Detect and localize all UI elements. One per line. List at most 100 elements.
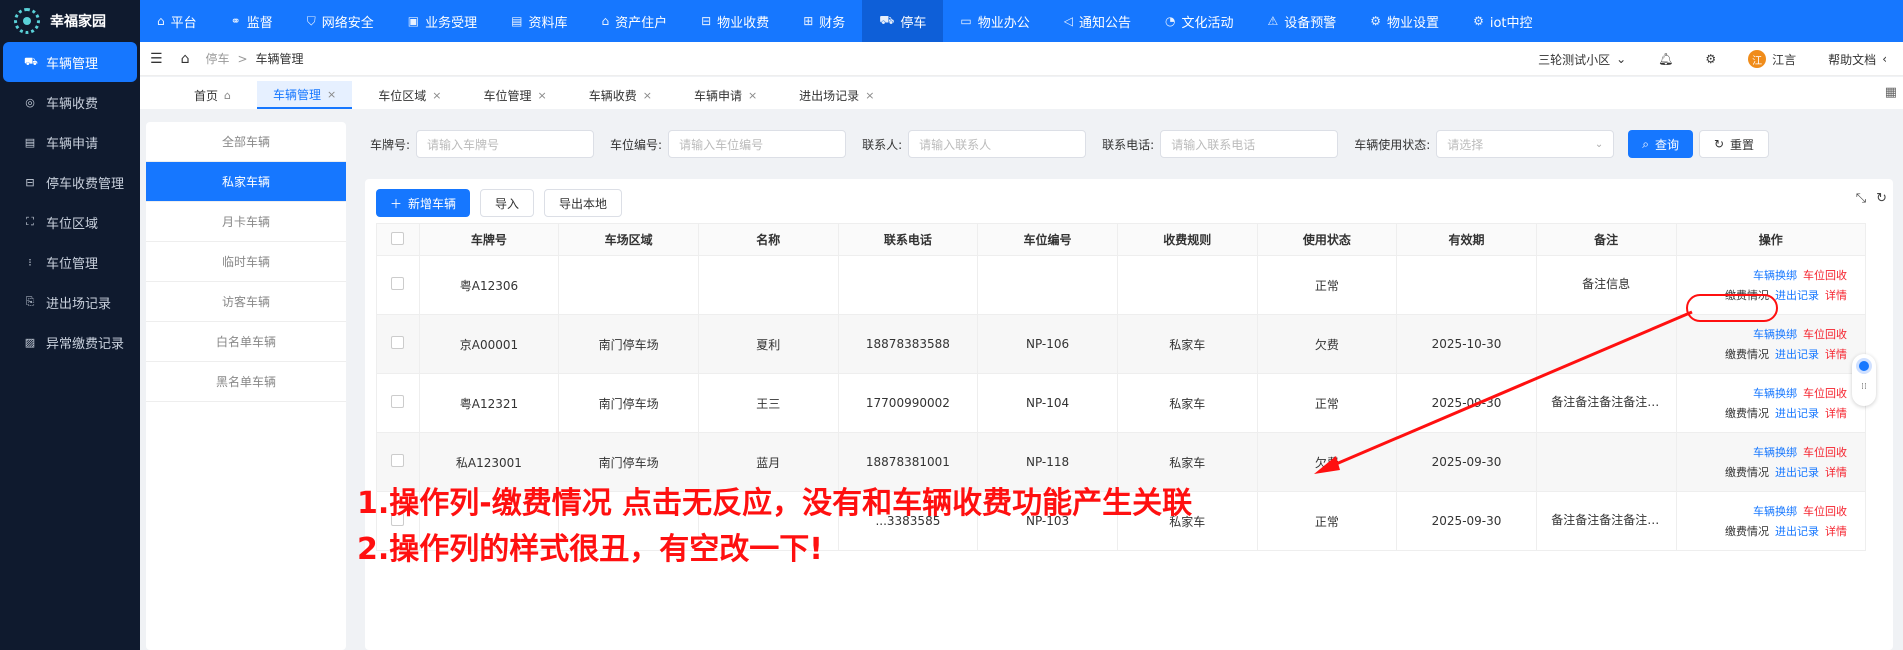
entry-exit-records-link[interactable]: 进出记录 <box>1775 287 1819 303</box>
sidebar-item[interactable]: ◎ 车辆收费 <box>0 82 140 122</box>
category-item[interactable]: 临时车辆 <box>146 242 346 282</box>
topnav-item[interactable]: ⚭ 监督 <box>214 0 290 42</box>
category-item[interactable]: 私家车辆 <box>146 162 346 202</box>
gear-icon[interactable]: ⚙ <box>1689 52 1732 66</box>
close-icon[interactable]: × <box>432 89 441 102</box>
plate-input[interactable]: 请输入车牌号 <box>416 130 595 158</box>
row-checkbox[interactable] <box>391 277 405 290</box>
space-input[interactable]: 请输入车位编号 <box>668 130 847 158</box>
tab-item[interactable]: 首页 ⌂ <box>178 81 247 109</box>
entry-exit-records-link[interactable]: 进出记录 <box>1775 523 1819 539</box>
vehicle-swap-link[interactable]: 车辆换绑 <box>1753 385 1797 401</box>
sidebar-item[interactable]: ▨ 异常缴费记录 <box>0 322 140 362</box>
sidebar-item[interactable]: ⎘ 进出场记录 <box>0 282 140 322</box>
category-item[interactable]: 白名单车辆 <box>146 322 346 362</box>
vehicle-swap-link[interactable]: 车辆换绑 <box>1753 267 1797 283</box>
row-checkbox[interactable] <box>391 395 405 408</box>
floating-assistant[interactable]: ⁞⁞ <box>1852 354 1876 406</box>
topnav-icon: ▣ <box>407 14 420 28</box>
contact-input[interactable]: 请输入联系人 <box>908 130 1087 158</box>
vehicle-swap-link[interactable]: 车辆换绑 <box>1753 326 1797 342</box>
space-recycle-link[interactable]: 车位回收 <box>1803 444 1847 460</box>
select-all-checkbox[interactable] <box>391 231 405 245</box>
detail-link[interactable]: 详情 <box>1825 523 1847 539</box>
drag-handle-icon[interactable]: ⁞⁞ <box>1861 382 1867 392</box>
breadcrumb-item[interactable]: 停车 <box>205 50 229 67</box>
category-item[interactable]: 全部车辆 <box>146 122 346 162</box>
sidebar-item-label: 车位区域 <box>46 216 99 232</box>
detail-link[interactable]: 详情 <box>1825 346 1847 362</box>
close-icon[interactable]: × <box>643 89 652 102</box>
space-recycle-link[interactable]: 车位回收 <box>1803 267 1847 283</box>
entry-exit-records-link[interactable]: 进出记录 <box>1775 464 1819 480</box>
topnav-item[interactable]: ⊞ 财务 <box>786 0 862 42</box>
close-icon[interactable]: × <box>537 89 546 102</box>
import-button[interactable]: 导入 <box>480 189 535 217</box>
close-icon[interactable]: × <box>865 89 874 102</box>
category-item[interactable]: 月卡车辆 <box>146 202 346 242</box>
payment-status-link[interactable]: 缴费情况 <box>1725 523 1769 539</box>
space-recycle-link[interactable]: 车位回收 <box>1803 385 1847 401</box>
topnav-item[interactable]: ◁ 通知公告 <box>1047 0 1148 42</box>
topnav-item[interactable]: ⚙ iot中控 <box>1456 0 1549 42</box>
export-button[interactable]: 导出本地 <box>544 189 623 217</box>
bell-icon[interactable]: 🔔︎ <box>1642 52 1689 66</box>
vehicle-swap-link[interactable]: 车辆换绑 <box>1753 444 1797 460</box>
phone-input[interactable]: 请输入联系电话 <box>1160 130 1339 158</box>
user-menu[interactable]: 江 江言 <box>1732 50 1812 68</box>
topnav-item[interactable]: ⚙ 物业设置 <box>1353 0 1456 42</box>
refresh-icon[interactable]: ↻ <box>1876 191 1887 206</box>
entry-exit-records-link[interactable]: 进出记录 <box>1775 346 1819 362</box>
payment-status-link[interactable]: 缴费情况 <box>1725 464 1769 480</box>
tab-item[interactable]: 车位管理 × <box>467 81 562 109</box>
topnav-item[interactable]: ▣ 业务受理 <box>391 0 494 42</box>
topnav-item[interactable]: ▤ 资料库 <box>494 0 584 42</box>
grid-icon[interactable]: ▦ <box>1885 85 1897 100</box>
app-logo[interactable]: 幸福家园 <box>0 0 140 42</box>
help-docs-link[interactable]: 帮助文档 ‹ <box>1812 51 1903 68</box>
detail-link[interactable]: 详情 <box>1825 464 1847 480</box>
detail-link[interactable]: 详情 <box>1825 405 1847 421</box>
topnav-item[interactable]: ◔ 文化活动 <box>1148 0 1251 42</box>
category-item[interactable]: 访客车辆 <box>146 282 346 322</box>
tab-item[interactable]: 车辆申请 × <box>678 81 773 109</box>
home-icon[interactable]: ⌂ <box>181 51 190 67</box>
tab-item[interactable]: 车辆收费 × <box>573 81 668 109</box>
topnav-item[interactable]: ⊟ 物业收费 <box>684 0 786 42</box>
fullscreen-icon[interactable]: ⤡ <box>1856 191 1866 206</box>
sidebar-item[interactable]: ▤ 车辆申请 <box>0 122 140 162</box>
sidebar-item[interactable]: ⊟ 停车收费管理 <box>0 162 140 202</box>
tab-item[interactable]: 车位区域 × <box>362 81 457 109</box>
entry-exit-records-link[interactable]: 进出记录 <box>1775 405 1819 421</box>
close-icon[interactable]: × <box>327 88 336 101</box>
vehicle-swap-link[interactable]: 车辆换绑 <box>1753 503 1797 519</box>
payment-status-link[interactable]: 缴费情况 <box>1725 405 1769 421</box>
row-checkbox[interactable] <box>391 336 405 349</box>
menu-toggle-icon[interactable]: ☰ <box>150 51 163 67</box>
close-icon[interactable]: × <box>748 89 757 102</box>
topnav-item[interactable]: ⚠ 设备预警 <box>1251 0 1354 42</box>
sidebar-item[interactable]: ⛶ 车位区域 <box>0 202 140 242</box>
space-recycle-link[interactable]: 车位回收 <box>1803 326 1847 342</box>
payment-status-link[interactable]: 缴费情况 <box>1725 346 1769 362</box>
detail-link[interactable]: 详情 <box>1825 287 1847 303</box>
reset-button[interactable]: ↻ 重置 <box>1698 130 1770 158</box>
row-actions: 车辆换绑 车位回收缴费情况 进出记录 详情 <box>1677 444 1865 480</box>
topnav-item[interactable]: ▭ 物业办公 <box>943 0 1046 42</box>
sidebar-item[interactable]: ⁝ 车位管理 <box>0 242 140 282</box>
topnav-item[interactable]: ⌂ 平台 <box>140 0 214 42</box>
topnav-item[interactable]: ⛟ 停车 <box>862 0 944 42</box>
space-recycle-link[interactable]: 车位回收 <box>1803 503 1847 519</box>
topnav-item[interactable]: ⌂ 资产住户 <box>584 0 684 42</box>
category-item[interactable]: 黑名单车辆 <box>146 362 346 402</box>
add-vehicle-button[interactable]: ＋ 新增车辆 <box>376 189 471 217</box>
topnav-item[interactable]: ⛉ 网络安全 <box>290 0 391 42</box>
assistant-icon[interactable] <box>1856 358 1872 374</box>
status-select[interactable]: 请选择 ⌄ <box>1436 130 1615 158</box>
tab-item[interactable]: 进出场记录 × <box>783 81 890 109</box>
community-selector[interactable]: 三轮测试小区 ⌄ <box>1522 51 1642 68</box>
tab-item[interactable]: 车辆管理 × <box>257 81 353 109</box>
query-button[interactable]: ⌕ 查询 <box>1628 130 1693 158</box>
sidebar-item[interactable]: ⛟ 车辆管理 <box>3 42 137 82</box>
row-checkbox[interactable] <box>391 454 405 467</box>
